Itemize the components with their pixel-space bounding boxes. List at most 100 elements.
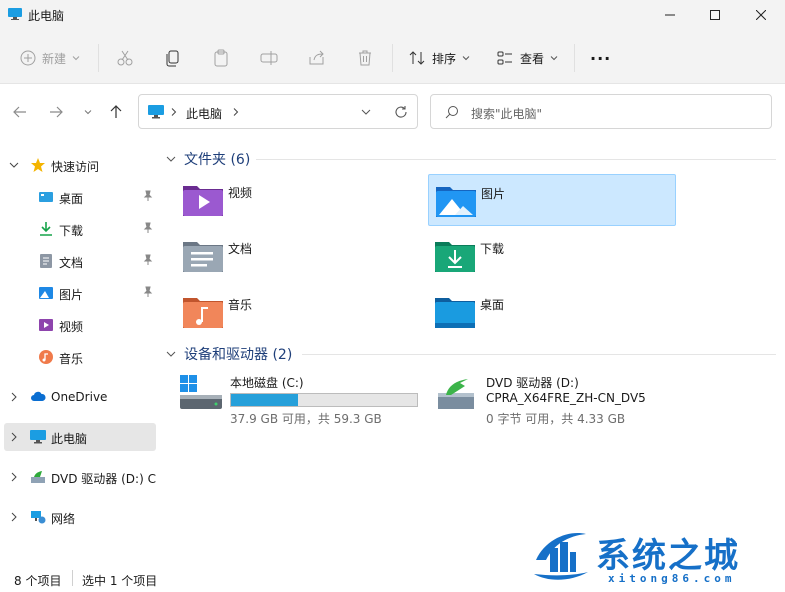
folder-label: 图片: [481, 187, 506, 201]
drive-usage-fill: [231, 394, 298, 406]
search-icon: [445, 106, 458, 119]
folder-downloads[interactable]: 下载: [428, 230, 676, 282]
more-icon: ···: [590, 48, 612, 68]
chevron-down-icon: [462, 56, 470, 61]
sidebar-item-downloads[interactable]: 下载: [0, 215, 156, 243]
delete-button[interactable]: [356, 44, 374, 72]
add-icon: [20, 50, 36, 66]
chevron-right-icon[interactable]: [8, 471, 20, 483]
paste-icon: [214, 49, 228, 67]
recent-locations-button[interactable]: [78, 102, 98, 122]
folder-music[interactable]: 音乐: [176, 286, 424, 338]
sidebar-item-videos[interactable]: 视频: [0, 311, 156, 339]
chevron-down-icon: [550, 56, 558, 61]
sort-label: 排序: [432, 51, 457, 66]
search-box[interactable]: 搜索"此电脑": [430, 94, 772, 129]
sidebar-item-this-pc[interactable]: 此电脑: [4, 423, 156, 451]
minimize-button[interactable]: [647, 0, 693, 30]
chevron-right-icon[interactable]: [8, 431, 20, 443]
more-button[interactable]: ···: [590, 44, 611, 72]
chevron-right-icon: [171, 108, 177, 116]
chevron-right-icon[interactable]: [8, 511, 20, 523]
watermark-logo-icon: [534, 533, 588, 580]
chevron-down-icon: [84, 110, 92, 115]
sidebar-item-network[interactable]: 网络: [0, 503, 156, 531]
sidebar-item-dvd[interactable]: DVD 驱动器 (D:) CF: [0, 463, 156, 491]
network-icon: [31, 511, 46, 524]
download-icon: [40, 222, 52, 236]
pin-icon[interactable]: [142, 286, 154, 298]
share-button[interactable]: [308, 44, 326, 72]
drive-c[interactable]: 本地磁盘 (C:) 37.9 GB 可用，共 59.3 GB: [178, 373, 428, 433]
arrow-left-icon: [13, 106, 26, 118]
view-button[interactable]: 查看: [496, 44, 558, 72]
sidebar-item-label: 网络: [51, 512, 76, 526]
folder-desktop[interactable]: 桌面: [428, 286, 676, 338]
drive-d[interactable]: DVD 驱动器 (D:) CPRA_X64FRE_ZH-CN_DV5 0 字节 …: [434, 373, 694, 433]
up-button[interactable]: [106, 102, 126, 122]
chevron-right-icon[interactable]: [8, 391, 20, 403]
music-folder-icon: [183, 298, 223, 328]
video-icon: [39, 319, 53, 331]
new-button[interactable]: 新建: [20, 44, 80, 72]
folders-group-header[interactable]: 文件夹 (6): [166, 149, 250, 169]
folder-label: 桌面: [480, 298, 505, 312]
maximize-icon: [710, 10, 720, 20]
trash-icon: [359, 50, 371, 66]
picture-icon: [39, 287, 53, 299]
toolbar-divider: [392, 44, 393, 72]
sort-button[interactable]: 排序: [408, 44, 470, 72]
sidebar-item-documents[interactable]: 文档: [0, 247, 156, 275]
watermark-url: xitong86.com: [608, 572, 736, 585]
sidebar-item-label: 此电脑: [51, 432, 88, 446]
devices-group-header[interactable]: 设备和驱动器 (2): [166, 344, 292, 364]
sidebar-item-desktop[interactable]: 桌面: [0, 183, 156, 211]
pin-icon[interactable]: [142, 254, 154, 266]
address-bar[interactable]: 此电脑: [138, 94, 418, 129]
video-folder-icon: [183, 186, 223, 216]
folder-pictures[interactable]: 图片: [428, 174, 676, 226]
sidebar-item-quick-access[interactable]: 快速访问: [0, 151, 156, 179]
this-pc-icon: [148, 105, 164, 119]
drive-usage-bar: [230, 393, 418, 407]
chevron-right-icon[interactable]: [233, 108, 239, 116]
refresh-icon[interactable]: [394, 105, 408, 119]
share-icon: [309, 50, 324, 65]
back-button[interactable]: [10, 102, 30, 122]
minimize-icon: [665, 14, 675, 16]
copy-button[interactable]: [164, 44, 182, 72]
chevron-down-icon[interactable]: [361, 108, 371, 116]
dvd-drive-icon: [31, 471, 45, 483]
sidebar-item-label: 桌面: [59, 192, 84, 206]
picture-folder-icon: [436, 187, 476, 217]
cut-button[interactable]: [116, 44, 134, 72]
sidebar-item-onedrive[interactable]: OneDrive: [0, 383, 156, 411]
arrow-up-icon: [110, 105, 122, 118]
paste-button[interactable]: [212, 44, 230, 72]
rename-button[interactable]: [260, 44, 278, 72]
dvd-drive-icon: [438, 379, 474, 409]
sidebar-item-music[interactable]: 音乐: [0, 343, 156, 371]
chevron-down-icon[interactable]: [8, 159, 20, 171]
music-icon: [39, 350, 53, 364]
folder-label: 文档: [228, 242, 253, 256]
sidebar-item-pictures[interactable]: 图片: [0, 279, 156, 307]
drive-name: DVD 驱动器 (D:): [486, 376, 579, 390]
folder-label: 下载: [480, 242, 505, 256]
close-button[interactable]: [738, 0, 784, 30]
pin-icon[interactable]: [142, 190, 154, 202]
folder-label: 音乐: [228, 298, 253, 312]
forward-button[interactable]: [46, 102, 66, 122]
watermark-title: 系统之城: [596, 536, 740, 576]
navigation-bar: 此电脑 搜索"此电脑": [0, 84, 785, 140]
cloud-icon: [31, 391, 46, 401]
pin-icon[interactable]: [142, 222, 154, 234]
folder-videos[interactable]: 视频: [176, 174, 424, 226]
toolbar-divider: [574, 44, 575, 72]
address-path[interactable]: 此电脑: [186, 105, 222, 122]
this-pc-icon: [8, 8, 22, 20]
folder-documents[interactable]: 文档: [176, 230, 424, 282]
devices-group-title: 设备和驱动器 (2): [184, 347, 293, 363]
chevron-down-icon: [166, 156, 176, 162]
maximize-button[interactable]: [692, 0, 738, 30]
